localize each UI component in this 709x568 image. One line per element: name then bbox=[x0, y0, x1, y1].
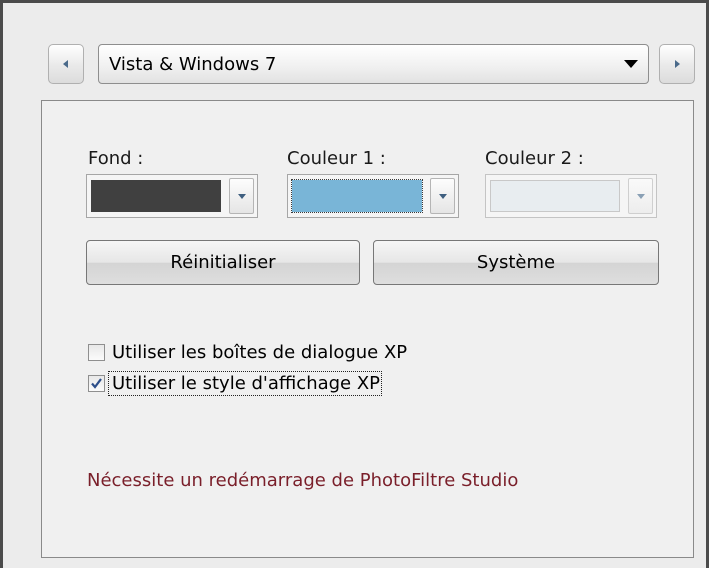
couleur1-label: Couleur 1 : bbox=[287, 148, 386, 169]
xp-style-label: Utiliser le style d'affichage XP bbox=[107, 371, 383, 396]
xp-dialogs-label: Utiliser les boîtes de dialogue XP bbox=[112, 342, 408, 363]
xp-style-checkbox[interactable] bbox=[88, 375, 105, 392]
couleur2-label: Couleur 2 : bbox=[485, 148, 584, 169]
couleur1-color-swatch bbox=[291, 179, 423, 213]
xp-dialogs-option[interactable]: Utiliser les boîtes de dialogue XP bbox=[88, 342, 407, 363]
fond-color-picker[interactable] bbox=[86, 174, 258, 218]
chevron-down-icon bbox=[636, 193, 645, 199]
couleur2-color-picker[interactable] bbox=[485, 174, 657, 218]
chevron-down-icon bbox=[237, 193, 246, 199]
previous-theme-button[interactable] bbox=[48, 44, 84, 84]
next-theme-button[interactable] bbox=[659, 44, 695, 84]
couleur2-dropdown-button[interactable] bbox=[628, 178, 653, 214]
preferences-window: Vista & Windows 7 Fond : Couleur 1 : Cou… bbox=[0, 0, 709, 568]
system-button[interactable]: Système bbox=[373, 240, 659, 285]
theme-select[interactable]: Vista & Windows 7 bbox=[98, 44, 649, 84]
couleur1-color-picker[interactable] bbox=[287, 174, 459, 218]
reset-button[interactable]: Réinitialiser bbox=[86, 240, 360, 285]
fond-label: Fond : bbox=[88, 148, 144, 169]
checkmark-icon bbox=[91, 378, 102, 389]
theme-select-value: Vista & Windows 7 bbox=[109, 54, 277, 75]
chevron-down-icon bbox=[624, 60, 638, 68]
couleur2-color-swatch bbox=[490, 180, 620, 212]
system-button-label: Système bbox=[476, 252, 556, 273]
arrow-right-small-icon bbox=[675, 60, 680, 68]
fond-dropdown-button[interactable] bbox=[229, 178, 254, 214]
fond-color-swatch bbox=[91, 180, 221, 212]
window-border-top bbox=[0, 0, 709, 3]
restart-notice: Nécessite un redémarrage de PhotoFiltre … bbox=[87, 470, 519, 491]
window-border-left bbox=[0, 0, 3, 568]
xp-dialogs-checkbox[interactable] bbox=[88, 344, 105, 361]
couleur1-dropdown-button[interactable] bbox=[430, 178, 455, 214]
xp-style-option[interactable]: Utiliser le style d'affichage XP bbox=[88, 371, 383, 396]
arrow-left-small-icon bbox=[63, 60, 68, 68]
chevron-down-icon bbox=[438, 193, 447, 199]
reset-button-label: Réinitialiser bbox=[170, 252, 276, 273]
